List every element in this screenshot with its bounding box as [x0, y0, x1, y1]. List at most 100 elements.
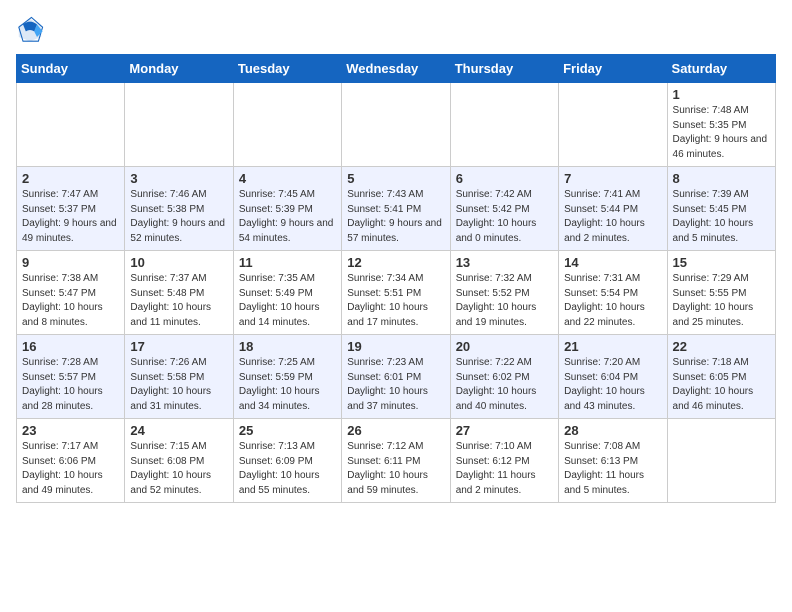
calendar-day-cell: 8 Sunrise: 7:39 AM Sunset: 5:45 PM Daylig… [667, 167, 775, 251]
calendar-day-cell [667, 419, 775, 503]
calendar-day-cell: 14 Sunrise: 7:31 AM Sunset: 5:54 PM Dayli… [559, 251, 667, 335]
day-number: 15 [673, 255, 770, 270]
day-info: Sunrise: 7:26 AM Sunset: 5:58 PM Dayligh… [130, 356, 227, 414]
day-info: Sunrise: 7:34 AM Sunset: 5:51 PM Dayligh… [347, 272, 444, 330]
logo [16, 16, 48, 44]
day-info: Sunrise: 7:37 AM Sunset: 5:48 PM Dayligh… [130, 272, 227, 330]
day-number: 12 [347, 255, 444, 270]
day-number: 6 [456, 171, 553, 186]
calendar-day-cell: 20 Sunrise: 7:22 AM Sunset: 6:02 PM Dayli… [450, 335, 558, 419]
day-info: Sunrise: 7:41 AM Sunset: 5:44 PM Dayligh… [564, 188, 661, 246]
day-number: 13 [456, 255, 553, 270]
calendar-day-cell: 21 Sunrise: 7:20 AM Sunset: 6:04 PM Dayli… [559, 335, 667, 419]
calendar-day-cell: 10 Sunrise: 7:37 AM Sunset: 5:48 PM Dayli… [125, 251, 233, 335]
day-info: Sunrise: 7:48 AM Sunset: 5:35 PM Dayligh… [673, 104, 770, 162]
day-info: Sunrise: 7:46 AM Sunset: 5:38 PM Dayligh… [130, 188, 227, 246]
day-number: 21 [564, 339, 661, 354]
calendar-day-cell [559, 83, 667, 167]
day-info: Sunrise: 7:20 AM Sunset: 6:04 PM Dayligh… [564, 356, 661, 414]
calendar-week-row: 2Sunrise: 7:47 AM Sunset: 5:37 PM Daylig… [17, 167, 776, 251]
calendar-week-row: 23 Sunrise: 7:17 AM Sunset: 6:06 PM Dayli… [17, 419, 776, 503]
day-info: Sunrise: 7:23 AM Sunset: 6:01 PM Dayligh… [347, 356, 444, 414]
day-number: 5 [347, 171, 444, 186]
day-info: Sunrise: 7:42 AM Sunset: 5:42 PM Dayligh… [456, 188, 553, 246]
day-number: 3 [130, 171, 227, 186]
calendar-day-cell: 23 Sunrise: 7:17 AM Sunset: 6:06 PM Dayli… [17, 419, 125, 503]
day-info: Sunrise: 7:31 AM Sunset: 5:54 PM Dayligh… [564, 272, 661, 330]
day-number: 11 [239, 255, 336, 270]
weekday-header: Sunday [17, 55, 125, 83]
calendar-day-cell: 6 Sunrise: 7:42 AM Sunset: 5:42 PM Daylig… [450, 167, 558, 251]
calendar-week-row: 9 Sunrise: 7:38 AM Sunset: 5:47 PM Daylig… [17, 251, 776, 335]
calendar-day-cell: 7 Sunrise: 7:41 AM Sunset: 5:44 PM Daylig… [559, 167, 667, 251]
calendar-day-cell: 12 Sunrise: 7:34 AM Sunset: 5:51 PM Dayli… [342, 251, 450, 335]
day-number: 16 [22, 339, 119, 354]
calendar-day-cell: 25 Sunrise: 7:13 AM Sunset: 6:09 PM Dayli… [233, 419, 341, 503]
calendar-week-row: 1 Sunrise: 7:48 AM Sunset: 5:35 PM Daylig… [17, 83, 776, 167]
day-info: Sunrise: 7:08 AM Sunset: 6:13 PM Dayligh… [564, 440, 661, 498]
day-number: 20 [456, 339, 553, 354]
day-info: Sunrise: 7:10 AM Sunset: 6:12 PM Dayligh… [456, 440, 553, 498]
day-number: 25 [239, 423, 336, 438]
day-info: Sunrise: 7:17 AM Sunset: 6:06 PM Dayligh… [22, 440, 119, 498]
day-number: 23 [22, 423, 119, 438]
day-info: Sunrise: 7:39 AM Sunset: 5:45 PM Dayligh… [673, 188, 770, 246]
day-info: Sunrise: 7:15 AM Sunset: 6:08 PM Dayligh… [130, 440, 227, 498]
day-number: 10 [130, 255, 227, 270]
day-number: 17 [130, 339, 227, 354]
day-number: 26 [347, 423, 444, 438]
day-number: 4 [239, 171, 336, 186]
calendar-day-cell: 28Sunrise: 7:08 AM Sunset: 6:13 PM Dayli… [559, 419, 667, 503]
calendar-day-cell: 2Sunrise: 7:47 AM Sunset: 5:37 PM Daylig… [17, 167, 125, 251]
calendar-day-cell: 1 Sunrise: 7:48 AM Sunset: 5:35 PM Daylig… [667, 83, 775, 167]
day-info: Sunrise: 7:43 AM Sunset: 5:41 PM Dayligh… [347, 188, 444, 246]
day-number: 22 [673, 339, 770, 354]
calendar-day-cell: 4 Sunrise: 7:45 AM Sunset: 5:39 PM Daylig… [233, 167, 341, 251]
day-info: Sunrise: 7:35 AM Sunset: 5:49 PM Dayligh… [239, 272, 336, 330]
day-number: 1 [673, 87, 770, 102]
calendar-day-cell: 22 Sunrise: 7:18 AM Sunset: 6:05 PM Dayli… [667, 335, 775, 419]
day-number: 7 [564, 171, 661, 186]
day-number: 27 [456, 423, 553, 438]
day-info: Sunrise: 7:47 AM Sunset: 5:37 PM Dayligh… [22, 188, 119, 246]
calendar-day-cell: 18 Sunrise: 7:25 AM Sunset: 5:59 PM Dayli… [233, 335, 341, 419]
calendar-table: SundayMondayTuesdayWednesdayThursdayFrid… [16, 54, 776, 503]
calendar-day-cell: 9 Sunrise: 7:38 AM Sunset: 5:47 PM Daylig… [17, 251, 125, 335]
calendar-day-cell [125, 83, 233, 167]
calendar-header-row: SundayMondayTuesdayWednesdayThursdayFrid… [17, 55, 776, 83]
day-number: 24 [130, 423, 227, 438]
calendar-day-cell: 13 Sunrise: 7:32 AM Sunset: 5:52 PM Dayli… [450, 251, 558, 335]
day-number: 18 [239, 339, 336, 354]
calendar-day-cell [233, 83, 341, 167]
calendar-day-cell: 26 Sunrise: 7:12 AM Sunset: 6:11 PM Dayli… [342, 419, 450, 503]
day-info: Sunrise: 7:22 AM Sunset: 6:02 PM Dayligh… [456, 356, 553, 414]
page-header [16, 16, 776, 44]
day-number: 8 [673, 171, 770, 186]
calendar-day-cell: 17 Sunrise: 7:26 AM Sunset: 5:58 PM Dayli… [125, 335, 233, 419]
weekday-header: Friday [559, 55, 667, 83]
day-info: Sunrise: 7:28 AM Sunset: 5:57 PM Dayligh… [22, 356, 119, 414]
weekday-header: Saturday [667, 55, 775, 83]
day-number: 9 [22, 255, 119, 270]
day-info: Sunrise: 7:38 AM Sunset: 5:47 PM Dayligh… [22, 272, 119, 330]
calendar-day-cell [342, 83, 450, 167]
logo-icon [16, 16, 44, 44]
calendar-day-cell [450, 83, 558, 167]
calendar-week-row: 16 Sunrise: 7:28 AM Sunset: 5:57 PM Dayli… [17, 335, 776, 419]
weekday-header: Wednesday [342, 55, 450, 83]
day-number: 14 [564, 255, 661, 270]
day-info: Sunrise: 7:12 AM Sunset: 6:11 PM Dayligh… [347, 440, 444, 498]
day-info: Sunrise: 7:32 AM Sunset: 5:52 PM Dayligh… [456, 272, 553, 330]
calendar-day-cell [17, 83, 125, 167]
calendar-day-cell: 24 Sunrise: 7:15 AM Sunset: 6:08 PM Dayli… [125, 419, 233, 503]
day-info: Sunrise: 7:45 AM Sunset: 5:39 PM Dayligh… [239, 188, 336, 246]
calendar-day-cell: 16 Sunrise: 7:28 AM Sunset: 5:57 PM Dayli… [17, 335, 125, 419]
day-info: Sunrise: 7:25 AM Sunset: 5:59 PM Dayligh… [239, 356, 336, 414]
day-info: Sunrise: 7:18 AM Sunset: 6:05 PM Dayligh… [673, 356, 770, 414]
weekday-header: Tuesday [233, 55, 341, 83]
day-info: Sunrise: 7:13 AM Sunset: 6:09 PM Dayligh… [239, 440, 336, 498]
weekday-header: Thursday [450, 55, 558, 83]
calendar-day-cell: 15Sunrise: 7:29 AM Sunset: 5:55 PM Dayli… [667, 251, 775, 335]
calendar-day-cell: 3 Sunrise: 7:46 AM Sunset: 5:38 PM Daylig… [125, 167, 233, 251]
calendar-day-cell: 19Sunrise: 7:23 AM Sunset: 6:01 PM Dayli… [342, 335, 450, 419]
